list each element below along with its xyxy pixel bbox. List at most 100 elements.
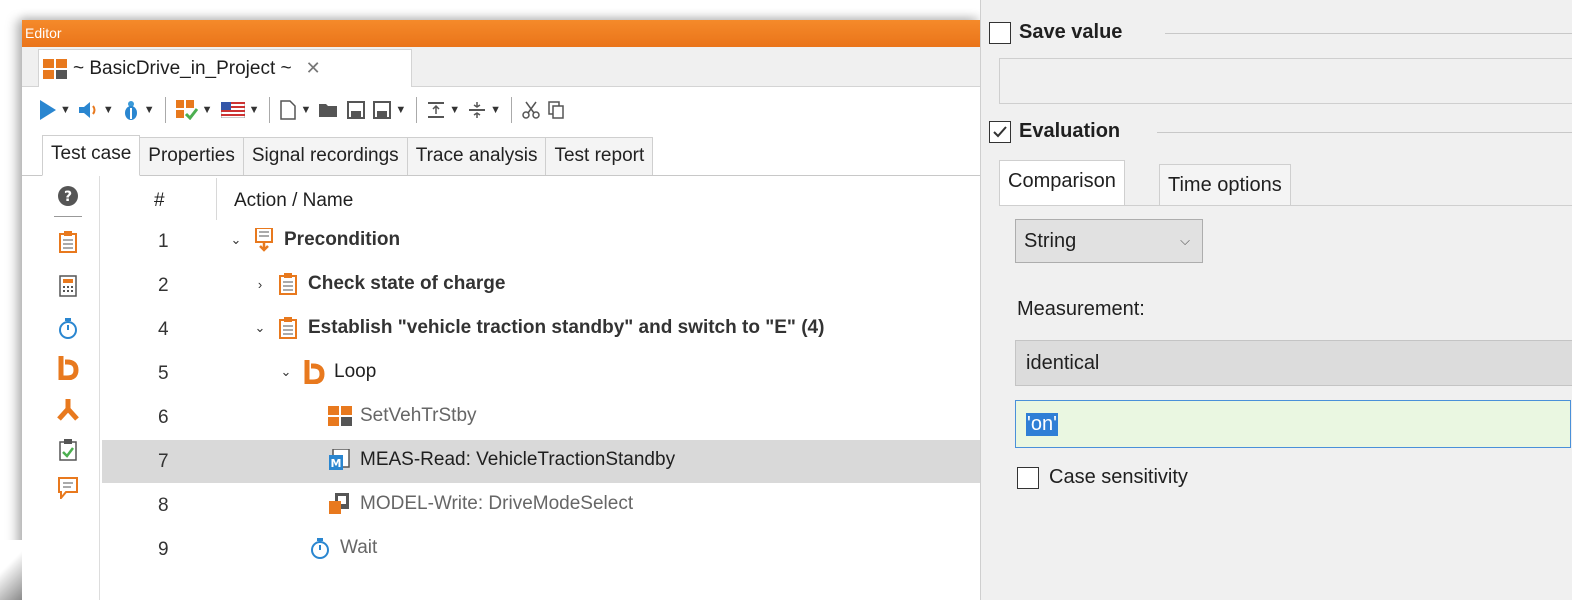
debug-button[interactable]: ▼ xyxy=(122,95,155,125)
check-icon[interactable] xyxy=(56,438,80,462)
chevron-right-icon[interactable]: › xyxy=(252,277,268,292)
tree-row[interactable]: 2 › Check state of charge xyxy=(102,264,980,307)
bug-icon xyxy=(124,100,137,120)
editor-title: Editor xyxy=(25,25,62,41)
tree-row[interactable]: 8 MODEL-Write: DriveModeSelect xyxy=(102,484,980,527)
cut-button[interactable] xyxy=(522,95,540,125)
save-value-field[interactable] xyxy=(999,58,1572,104)
row-label: SetVehTrStby xyxy=(360,405,477,426)
type-select[interactable]: String ⌵ xyxy=(1015,219,1203,263)
signals-icon xyxy=(175,99,198,120)
case-sensitivity-label: Case sensitivity xyxy=(1049,466,1188,488)
comment-icon[interactable] xyxy=(56,476,80,500)
row-number: 6 xyxy=(158,407,169,428)
open-button[interactable] xyxy=(319,95,339,125)
play-icon xyxy=(40,99,56,120)
tab-trace-analysis[interactable]: Trace analysis xyxy=(406,137,547,175)
save-as-button[interactable]: ▼ xyxy=(373,95,406,125)
tab-signal-recordings[interactable]: Signal recordings xyxy=(242,137,408,175)
comparison-operator-field[interactable]: identical xyxy=(1015,340,1572,386)
calculator-icon[interactable] xyxy=(56,274,80,298)
meas-read-icon: M xyxy=(328,448,352,472)
save-button[interactable] xyxy=(347,95,366,125)
properties-panel: Save value Evaluation Comparison Time op… xyxy=(980,0,1572,600)
collapse-icon xyxy=(469,101,486,118)
palette-divider xyxy=(54,216,82,217)
chevron-down-icon[interactable]: ⌄ xyxy=(228,232,244,248)
timer-icon[interactable] xyxy=(56,316,80,340)
column-divider[interactable] xyxy=(216,178,217,220)
tree-row[interactable]: 4 ⌄ Establish "vehicle traction standby"… xyxy=(102,308,980,351)
row-label: Wait xyxy=(340,537,378,558)
signals-button[interactable]: ▼ xyxy=(175,95,213,125)
tree-node: Wait xyxy=(308,536,377,560)
package-icon xyxy=(276,316,300,340)
row-number: 2 xyxy=(158,275,169,296)
measurement-label: Measurement: xyxy=(1017,298,1145,320)
help-icon[interactable]: ? xyxy=(56,184,80,208)
speaker-icon xyxy=(78,101,96,118)
action-palette: ? xyxy=(46,176,100,600)
evaluation-label: Evaluation xyxy=(1019,120,1121,142)
package-icon[interactable] xyxy=(56,230,80,254)
svg-text:?: ? xyxy=(64,189,72,205)
column-header-action-name: Action / Name xyxy=(234,190,354,211)
document-tab-label: ~ BasicDrive_in_Project ~ xyxy=(73,57,292,79)
fork-icon[interactable] xyxy=(56,398,80,422)
row-number: 1 xyxy=(158,231,169,252)
save-value-checkbox[interactable] xyxy=(989,22,1011,44)
expected-value-input[interactable]: 'on' xyxy=(1015,400,1571,448)
document-tab[interactable]: ~ BasicDrive_in_Project ~ ✕ xyxy=(38,49,412,87)
group-divider xyxy=(1157,132,1572,133)
new-button[interactable]: ▼ xyxy=(280,95,311,125)
chevron-down-icon[interactable]: ⌄ xyxy=(278,364,294,380)
column-header-number: # xyxy=(154,190,165,211)
evaluation-checkbox[interactable] xyxy=(989,121,1011,143)
row-label: Precondition xyxy=(284,229,401,250)
tab-divider xyxy=(999,205,1572,206)
tab-test-report[interactable]: Test report xyxy=(545,137,654,175)
row-label: Check state of charge xyxy=(308,273,506,294)
row-label: Loop xyxy=(334,361,377,382)
row-number: 8 xyxy=(158,495,169,516)
collapse-button[interactable]: ▼ xyxy=(468,95,501,125)
tree-row[interactable]: 5 ⌄ Loop xyxy=(102,352,980,395)
tree-node: ⌄ Establish "vehicle traction standby" a… xyxy=(252,316,824,340)
editor-toolbar: ▼ ▼ ▼ ▼ ▼ ▼ ▼ ▼ ▼ xyxy=(22,87,980,132)
copy-button[interactable] xyxy=(548,95,564,125)
close-icon[interactable]: ✕ xyxy=(306,58,321,79)
tree-row-selected[interactable]: 7 M MEAS-Read: VehicleTractionStandby xyxy=(102,440,980,483)
tab-test-case[interactable]: Test case xyxy=(42,135,141,176)
wait-icon xyxy=(308,536,332,560)
tab-properties[interactable]: Properties xyxy=(139,137,244,175)
tree-row[interactable]: 1 ⌄ Precondition xyxy=(102,220,980,263)
loop-icon xyxy=(302,360,326,384)
tree-node: ⌄ Precondition xyxy=(228,228,400,252)
new-document-icon xyxy=(280,99,297,120)
audio-button[interactable]: ▼ xyxy=(78,95,114,125)
case-sensitivity-checkbox[interactable] xyxy=(1017,467,1039,489)
editor-titlebar: Editor xyxy=(22,20,980,47)
chevron-down-icon[interactable]: ⌄ xyxy=(252,320,268,336)
expand-button[interactable]: ▼ xyxy=(427,95,460,125)
row-label: Establish "vehicle traction standby" and… xyxy=(308,317,825,338)
save-as-icon xyxy=(373,100,392,119)
tree-row[interactable]: 6 SetVehTrStby xyxy=(102,396,980,439)
test-case-tree: ? # Action / Name 1 ⌄ Precondition 2 › C… xyxy=(22,176,980,600)
tab-comparison[interactable]: Comparison xyxy=(999,160,1125,206)
language-button[interactable]: ▼ xyxy=(220,95,259,125)
run-button[interactable]: ▼ xyxy=(40,95,71,125)
tree-node: › Check state of charge xyxy=(252,272,505,296)
editor-panel: Editor ~ BasicDrive_in_Project ~ ✕ ▼ ▼ ▼… xyxy=(22,20,980,600)
package-icon xyxy=(276,272,300,296)
chevron-down-icon: ⌵ xyxy=(1180,233,1190,248)
expand-icon xyxy=(428,101,445,118)
loop-icon[interactable] xyxy=(56,356,80,380)
toolbar-separator xyxy=(269,96,271,123)
scissors-icon xyxy=(522,101,540,119)
row-label: MODEL-Write: DriveModeSelect xyxy=(360,493,634,514)
row-number: 9 xyxy=(158,539,169,560)
tree-row[interactable]: 9 Wait xyxy=(102,528,980,571)
tab-time-options[interactable]: Time options xyxy=(1159,164,1291,206)
tree-node: ⌄ Loop xyxy=(278,360,376,384)
